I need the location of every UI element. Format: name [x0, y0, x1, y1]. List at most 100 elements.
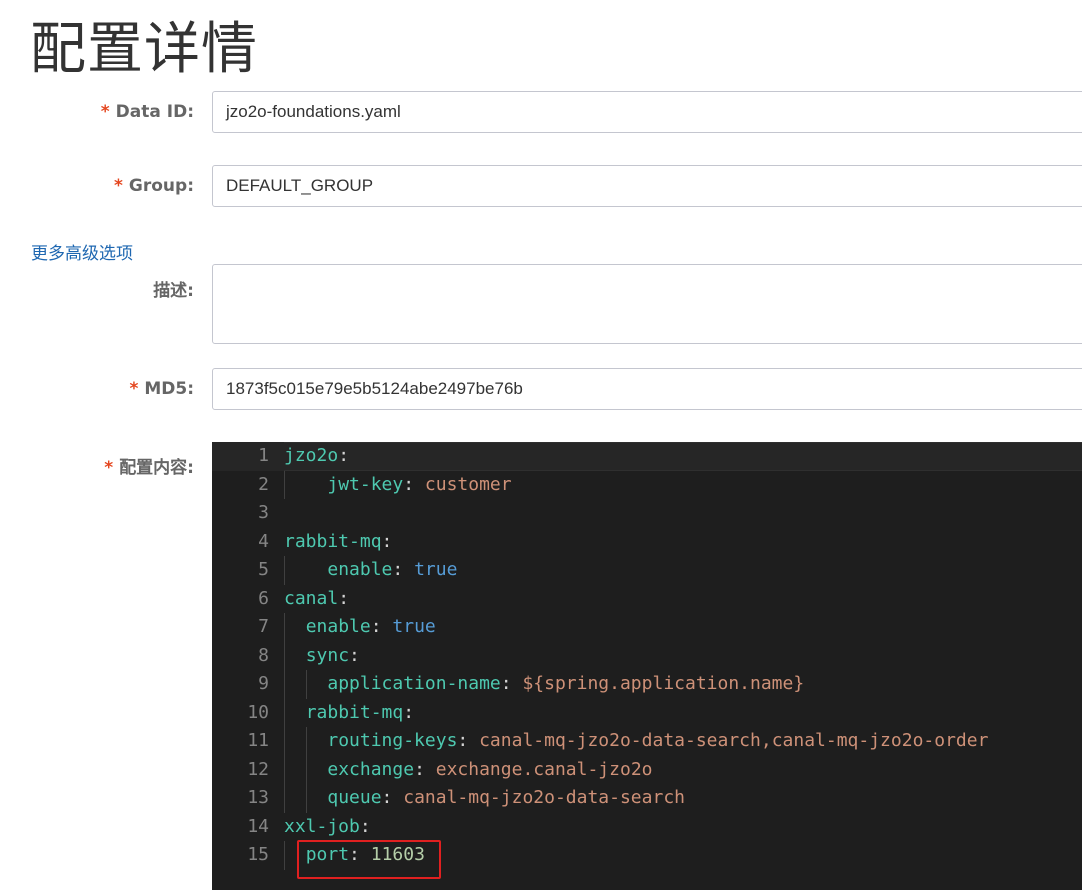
data-id-row: * Data ID: jzo2o-foundations.yaml	[0, 91, 1082, 133]
code-token: enable	[327, 559, 393, 580]
code-token: exchange	[327, 758, 415, 780]
code-token: routing-keys	[327, 730, 458, 751]
indent-guide	[306, 727, 307, 813]
code-text: application-name: ${spring.application.n…	[284, 670, 804, 699]
code-text: jwt-key: customer	[284, 471, 512, 500]
code-line: 5 enable: true	[212, 556, 1082, 585]
code-line: 8 sync:	[212, 642, 1082, 671]
code-token: :	[359, 815, 371, 837]
code-token: true	[392, 616, 436, 637]
code-token: :	[392, 559, 415, 580]
code-token: :	[370, 616, 393, 637]
code-token: jwt-key	[327, 473, 404, 495]
code-line: 12 exchange: exchange.canal-jzo2o	[212, 756, 1082, 785]
code-token: :	[381, 787, 404, 808]
code-text: sync:	[284, 642, 360, 671]
code-token: application-name	[327, 673, 501, 694]
code-token: queue	[327, 787, 382, 808]
code-token: :	[403, 473, 425, 495]
code-token: sync	[305, 644, 350, 666]
group-input[interactable]: DEFAULT_GROUP	[212, 165, 1082, 207]
code-line: 9 application-name: ${spring.application…	[212, 670, 1082, 699]
code-text: canal:	[284, 585, 349, 614]
code-text: routing-keys: canal-mq-jzo2o-data-search…	[284, 727, 988, 756]
code-token: :	[500, 673, 523, 694]
advanced-options-link[interactable]: 更多高级选项	[31, 239, 133, 264]
code-token: :	[414, 758, 436, 780]
code-token: customer	[424, 473, 512, 495]
code-text: enable: true	[284, 613, 436, 642]
line-number: 15	[247, 844, 269, 865]
code-token: exchange.canal-jzo2o	[435, 758, 653, 780]
code-text: exchange: exchange.canal-jzo2o	[284, 756, 653, 785]
md5-input[interactable]: 1873f5c015e79e5b5124abe2497be76b	[212, 368, 1082, 410]
line-number: 11	[247, 730, 269, 751]
code-token: :	[457, 730, 480, 751]
code-token: canal-mq-jzo2o-data-search	[403, 787, 685, 808]
page-title: 配置详情	[30, 17, 258, 82]
line-number: 14	[247, 815, 269, 837]
code-token: canal	[284, 587, 339, 609]
line-number: 5	[258, 559, 269, 580]
line-number: 12	[247, 758, 269, 780]
code-token: :	[349, 644, 360, 666]
indent-guide	[284, 470, 285, 499]
description-label: 描述:	[153, 281, 194, 301]
line-number: 7	[258, 616, 269, 637]
indent-guide	[306, 670, 307, 699]
line-number: 1	[258, 445, 269, 466]
required-mark: *	[104, 458, 114, 478]
line-number: 2	[258, 473, 269, 495]
code-token: :	[338, 587, 350, 609]
code-line: 1 jzo2o:	[212, 442, 1082, 471]
code-token: xxl-job	[284, 815, 360, 837]
code-line: 6 canal:	[212, 585, 1082, 614]
group-row: * Group: DEFAULT_GROUP	[0, 165, 1082, 207]
indent-guide	[284, 841, 285, 870]
code-text: queue: canal-mq-jzo2o-data-search	[284, 784, 685, 813]
code-text: enable: true	[284, 556, 457, 585]
code-token: jzo2o	[284, 445, 339, 466]
code-token: rabbit-mq	[284, 530, 382, 552]
line-number: 10	[247, 701, 269, 723]
code-line: 7 enable: true	[212, 613, 1082, 642]
code-token: canal-mq-jzo2o-data-search,canal-mq-jzo2…	[479, 730, 989, 751]
line-number: 9	[258, 673, 269, 694]
required-mark: *	[100, 102, 110, 122]
port-highlight-box	[297, 840, 441, 879]
content-label: * 配置内容:	[104, 458, 194, 478]
code-token: enable	[305, 616, 371, 637]
line-number: 13	[247, 787, 269, 808]
code-line: 11 routing-keys: canal-mq-jzo2o-data-sea…	[212, 727, 1082, 756]
code-token: :	[381, 530, 393, 552]
data-id-label: * Data ID:	[100, 102, 194, 122]
code-token: :	[403, 701, 415, 723]
code-text: jzo2o:	[284, 442, 349, 471]
code-text: xxl-job:	[284, 813, 371, 842]
md5-row: * MD5: 1873f5c015e79e5b5124abe2497be76b	[0, 368, 1082, 410]
indent-guide	[284, 613, 285, 813]
line-number: 4	[258, 530, 269, 552]
description-textarea[interactable]	[212, 264, 1082, 344]
required-mark: *	[114, 176, 123, 196]
description-row: 描述:	[0, 264, 1082, 344]
md5-label: * MD5:	[129, 379, 194, 399]
data-id-input[interactable]: jzo2o-foundations.yaml	[212, 91, 1082, 133]
code-token: ${spring.application.name}	[522, 673, 805, 694]
config-content-editor[interactable]: 1 jzo2o: 2 jwt-key: customer 3 4 rabbit-mq: 5 …	[212, 442, 1082, 890]
code-line: 10 rabbit-mq:	[212, 699, 1082, 728]
line-number: 3	[258, 502, 269, 523]
line-number: 8	[258, 644, 269, 666]
code-text: rabbit-mq:	[284, 699, 414, 728]
code-line: 4 rabbit-mq:	[212, 528, 1082, 557]
code-token: true	[414, 559, 458, 580]
group-label: * Group:	[114, 176, 194, 196]
indent-guide	[284, 556, 285, 585]
code-token: rabbit-mq	[305, 701, 404, 723]
code-line: 3	[212, 499, 1082, 528]
